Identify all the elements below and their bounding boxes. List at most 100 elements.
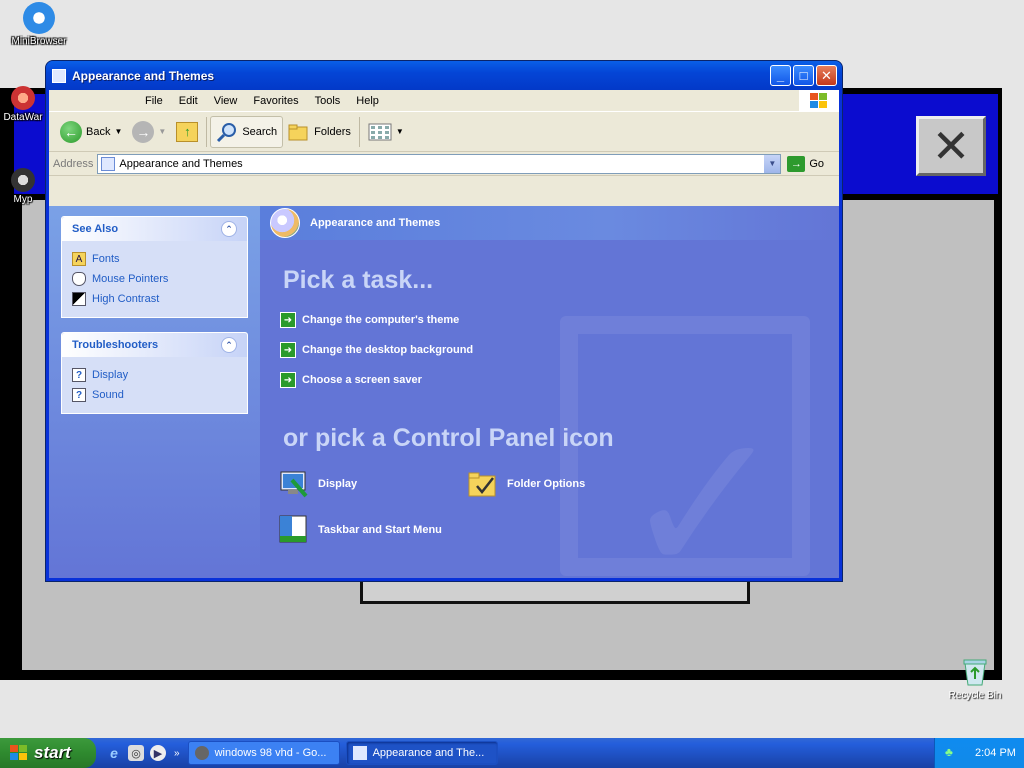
control-panel-icon: [101, 156, 116, 171]
folder-options-icon: [468, 472, 496, 497]
back-dropdown-icon[interactable]: ▼: [114, 127, 122, 136]
taskbar-item-windows98-vhd[interactable]: windows 98 vhd - Go...: [187, 741, 340, 765]
recycle-bin-icon: [963, 659, 987, 686]
taskbar-item-appearance-themes[interactable]: Appearance and The...: [345, 741, 498, 765]
watermark-check-icon: ✓: [620, 394, 788, 579]
search-icon: [217, 122, 237, 142]
show-desktop-icon[interactable]: ◎: [128, 745, 144, 761]
desktop-icon-minibrowser[interactable]: MiniBrowser: [3, 2, 75, 47]
go-arrow-icon: →: [787, 155, 806, 172]
menu-view[interactable]: View: [206, 95, 246, 107]
forward-button[interactable]: → ▼: [127, 116, 171, 148]
see-also-mouse-pointers-link[interactable]: Mouse Pointers: [72, 269, 237, 289]
category-view: Appearance and Themes ✓ Pick a task... ➜…: [260, 206, 839, 578]
menu-bar: File Edit View Favorites Tools Help: [49, 90, 839, 112]
forward-arrow-icon: →: [132, 120, 155, 143]
task-arrow-icon: ➜: [280, 372, 296, 388]
media-player-icon[interactable]: ▶: [150, 745, 166, 761]
cp-folder-options-link[interactable]: Folder Options: [467, 468, 585, 500]
collapse-chevron-icon[interactable]: ⌃: [221, 221, 237, 237]
system-tray: ♣ 2:04 PM: [934, 738, 1024, 768]
help-icon: ?: [72, 388, 86, 402]
desktop-icon-myp[interactable]: Myp: [0, 168, 48, 205]
desktop-icon-recycle-bin[interactable]: Recycle Bin: [940, 657, 1010, 701]
quick-launch: e ◎ ▶ »: [106, 745, 180, 761]
minimize-button[interactable]: _: [770, 65, 791, 86]
taskbar: start e ◎ ▶ » windows 98 vhd - Go... App…: [0, 738, 1024, 768]
menu-tools[interactable]: Tools: [307, 95, 349, 107]
desktop-icon-datawar[interactable]: DataWar: [0, 86, 48, 123]
window-titlebar[interactable]: Appearance and Themes _ □ ✕: [46, 61, 842, 90]
cp-display-link[interactable]: Display: [278, 468, 357, 500]
see-also-high-contrast-link[interactable]: High Contrast: [72, 289, 237, 309]
troubleshooter-display-link[interactable]: ? Display: [72, 365, 237, 385]
forward-dropdown-icon: ▼: [158, 127, 167, 136]
taskbar-start-menu-icon: [279, 515, 307, 543]
mouse-icon: [72, 272, 86, 286]
back-arrow-icon: ←: [60, 120, 82, 143]
back-button[interactable]: ← Back ▼: [55, 116, 127, 148]
close-button[interactable]: ✕: [816, 65, 837, 86]
maximize-button[interactable]: □: [793, 65, 814, 86]
address-input[interactable]: Appearance and Themes ▼: [97, 153, 782, 174]
myp-icon: [11, 168, 35, 192]
minibrowser-icon: [23, 2, 55, 34]
menu-edit[interactable]: Edit: [171, 95, 206, 107]
start-button[interactable]: start: [0, 738, 96, 768]
menu-favorites[interactable]: Favorites: [245, 95, 306, 107]
task-change-background[interactable]: ➜ Change the desktop background: [280, 342, 473, 358]
folders-icon: [288, 124, 308, 140]
window-title: Appearance and Themes: [72, 68, 215, 83]
task-arrow-icon: ➜: [280, 312, 296, 328]
see-also-header[interactable]: See Also ⌃: [62, 217, 247, 241]
task-pane: See Also ⌃ A Fonts Mouse Pointers High C…: [49, 206, 260, 578]
internet-explorer-icon[interactable]: e: [106, 745, 122, 761]
troubleshooters-header[interactable]: Troubleshooters ⌃: [62, 333, 247, 357]
task-change-theme[interactable]: ➜ Change the computer's theme: [280, 312, 459, 328]
quick-launch-more-icon[interactable]: »: [174, 748, 180, 759]
up-folder-button[interactable]: ↑: [171, 116, 203, 148]
menu-help[interactable]: Help: [348, 95, 387, 107]
see-also-panel: See Also ⌃ A Fonts Mouse Pointers High C…: [61, 216, 248, 318]
browser-icon: [194, 746, 209, 760]
content-area: See Also ⌃ A Fonts Mouse Pointers High C…: [49, 206, 839, 578]
datawar-icon: [11, 86, 35, 110]
category-banner: Appearance and Themes: [260, 206, 839, 240]
up-folder-icon: ↑: [176, 121, 199, 142]
cp-taskbar-start-menu-link[interactable]: Taskbar and Start Menu: [278, 514, 442, 546]
background-close-icon: ✕: [916, 116, 986, 176]
explorer-window: Appearance and Themes _ □ ✕ File Edit Vi…: [45, 60, 843, 582]
troubleshooters-panel: Troubleshooters ⌃ ? Display ? Sound: [61, 332, 248, 414]
high-contrast-icon: [72, 292, 86, 306]
window-body: File Edit View Favorites Tools Help ← Ba…: [49, 90, 839, 578]
toolbar: ← Back ▼ → ▼ ↑ Search Folders ▼: [49, 112, 839, 152]
network-icon[interactable]: ♣: [945, 745, 961, 761]
go-button[interactable]: → Go: [787, 155, 824, 172]
control-panel-icon: [352, 746, 367, 760]
clock[interactable]: 2:04 PM: [975, 747, 1016, 759]
views-button[interactable]: ▼: [363, 116, 409, 148]
appearance-themes-icon: [270, 208, 300, 238]
collapse-chevron-icon[interactable]: ⌃: [221, 337, 237, 353]
task-screen-saver[interactable]: ➜ Choose a screen saver: [280, 372, 422, 388]
display-icon: [280, 471, 308, 498]
pick-icon-heading: or pick a Control Panel icon: [283, 424, 614, 452]
windows-logo-icon: [10, 745, 27, 760]
task-arrow-icon: ➜: [280, 342, 296, 358]
pick-task-heading: Pick a task...: [283, 266, 434, 294]
troubleshooter-sound-link[interactable]: ? Sound: [72, 385, 237, 405]
menu-file[interactable]: File: [137, 95, 171, 107]
folders-button[interactable]: Folders: [283, 116, 356, 148]
toolbar-separator: [206, 116, 208, 147]
address-bar: Address Appearance and Themes ▼ → Go: [49, 152, 839, 176]
help-icon: ?: [72, 368, 86, 382]
control-panel-icon: [52, 68, 66, 83]
desktop-bottom: [0, 680, 1024, 738]
views-grid-icon: [368, 123, 392, 140]
fonts-folder-icon: A: [72, 252, 86, 266]
toolbar-separator: [358, 116, 360, 147]
windows-logo-icon: [799, 90, 839, 112]
search-button[interactable]: Search: [210, 115, 284, 148]
address-dropdown-icon[interactable]: ▼: [764, 154, 781, 173]
see-also-fonts-link[interactable]: A Fonts: [72, 249, 237, 269]
